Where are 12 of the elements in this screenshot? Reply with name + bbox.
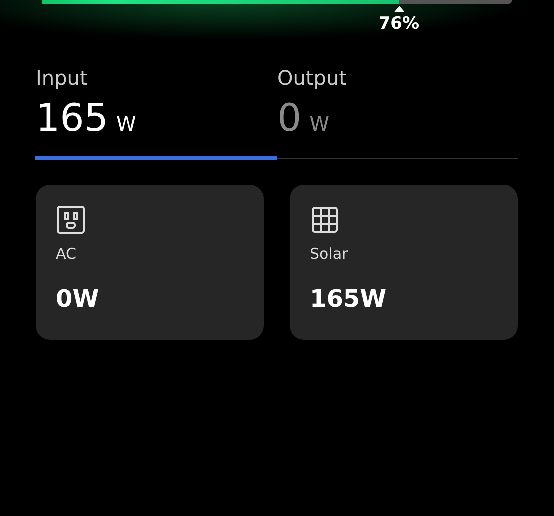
tab[interactable]: Input 165 W: [35, 66, 276, 160]
battery-percent: 76%: [378, 14, 420, 34]
source-label: AC: [56, 245, 76, 263]
source-label: Solar: [310, 245, 348, 263]
marker-icon: [394, 6, 404, 12]
grid-icon: [310, 205, 340, 235]
outlet-icon: [56, 205, 86, 235]
source-card[interactable]: AC 0W: [36, 185, 264, 340]
source-reading: 165W: [310, 285, 387, 313]
source-reading: 0W: [56, 285, 100, 313]
tab[interactable]: Output 0 W: [276, 66, 518, 160]
source-card[interactable]: Solar 165W: [290, 185, 518, 340]
